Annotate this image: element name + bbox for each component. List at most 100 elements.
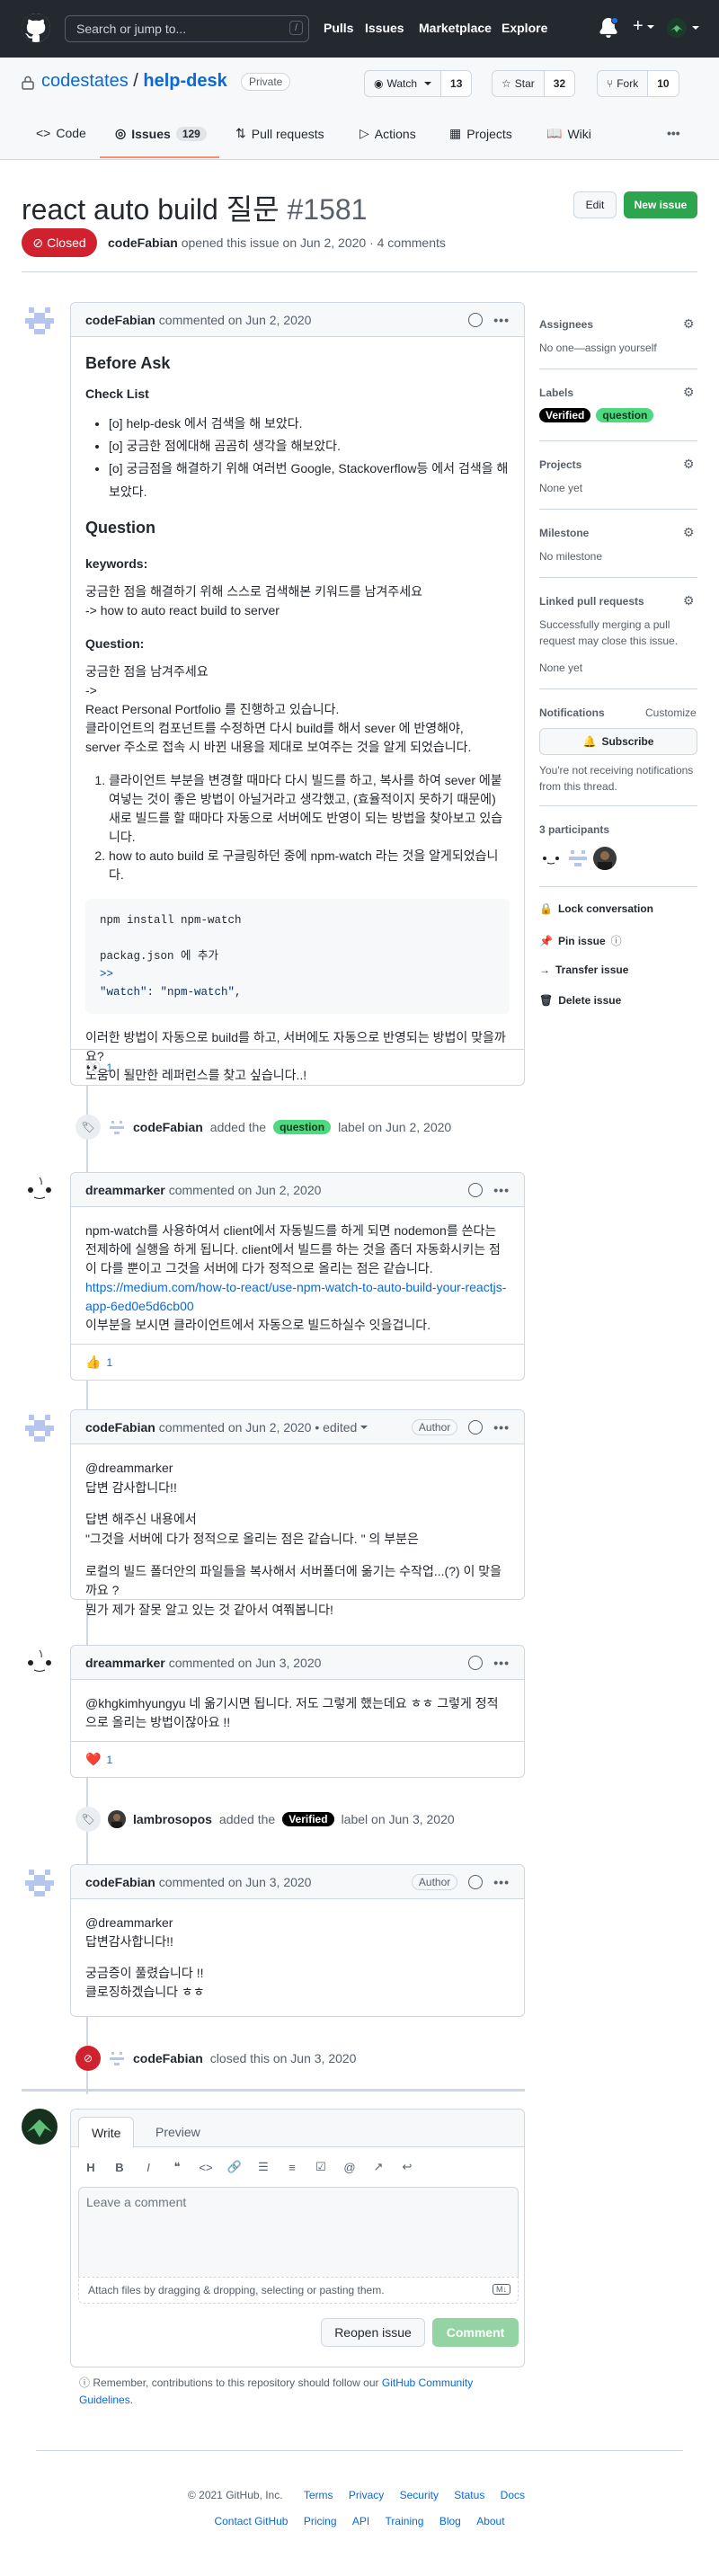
chevron-down-icon[interactable] xyxy=(692,26,699,30)
kebab-menu-icon[interactable]: ••• xyxy=(493,1656,510,1670)
participant-avatar[interactable] xyxy=(539,847,563,870)
new-issue-button[interactable]: New issue xyxy=(624,191,697,218)
attach-files-area[interactable]: Attach files by dragging & dropping, sel… xyxy=(78,2277,519,2304)
markdown-icon[interactable]: M↓ xyxy=(493,2284,510,2295)
footer-link-terms[interactable]: Terms xyxy=(304,2489,333,2501)
pin-issue-button[interactable]: 📌 Pin issue ⓘ xyxy=(539,933,622,948)
chevron-down-icon[interactable] xyxy=(360,1425,368,1429)
repo-name-link[interactable]: help-desk xyxy=(143,71,226,91)
tab-actions[interactable]: ▷ Actions xyxy=(360,126,416,141)
smiley-icon[interactable] xyxy=(468,1182,484,1197)
code-icon[interactable]: <> xyxy=(193,2161,218,2174)
kebab-menu-icon[interactable]: ••• xyxy=(493,1875,510,1889)
user-avatar[interactable] xyxy=(667,18,687,38)
footer-link-about[interactable]: About xyxy=(476,2515,504,2527)
star-count[interactable]: 32 xyxy=(543,71,575,96)
footer-link-pricing[interactable]: Pricing xyxy=(304,2515,337,2527)
gear-icon[interactable]: ⚙ xyxy=(683,525,696,539)
footer-link-contact[interactable]: Contact GitHub xyxy=(214,2515,288,2527)
nav-pulls[interactable]: Pulls xyxy=(324,21,353,35)
gear-icon[interactable]: ⚙ xyxy=(683,316,696,331)
reaction-count[interactable]: 1 xyxy=(106,1061,112,1074)
event-actor-link[interactable]: codeFabian xyxy=(133,2051,203,2065)
nav-marketplace[interactable]: Marketplace xyxy=(419,21,492,35)
label-verified[interactable]: Verified xyxy=(282,1812,334,1826)
avatar[interactable] xyxy=(22,1864,58,1900)
customize-notifications-link[interactable]: Customize xyxy=(645,706,697,719)
tab-code[interactable]: <> Code xyxy=(36,126,86,140)
ordered-list-icon[interactable]: ≡ xyxy=(280,2161,305,2174)
footer-link-status[interactable]: Status xyxy=(454,2489,484,2501)
lock-conversation-button[interactable]: 🔒 Lock conversation xyxy=(539,902,653,915)
delete-issue-button[interactable]: 🗑 Delete issue xyxy=(539,994,621,1007)
smiley-icon[interactable] xyxy=(468,1874,484,1889)
tab-projects[interactable]: ▦ Projects xyxy=(449,126,512,141)
footer-link-security[interactable]: Security xyxy=(400,2489,439,2501)
footer-link-blog[interactable]: Blog xyxy=(439,2515,461,2527)
search-input[interactable]: Search or jump to... / xyxy=(65,15,309,42)
nav-explore[interactable]: Explore xyxy=(502,21,547,35)
comment-author-link[interactable]: dreammarker xyxy=(85,1656,165,1670)
assignees-title[interactable]: Assignees xyxy=(539,318,593,331)
comment-author-link[interactable]: codeFabian xyxy=(85,313,155,327)
tab-preview[interactable]: Preview xyxy=(143,2117,213,2147)
more-tabs-button[interactable]: ••• xyxy=(667,126,680,140)
italic-icon[interactable]: I xyxy=(136,2161,161,2174)
heart-reaction-icon[interactable]: ❤️ xyxy=(85,1752,101,1767)
watch-count[interactable]: 13 xyxy=(440,71,472,96)
issue-author-link[interactable]: codeFabian xyxy=(108,235,178,250)
kebab-menu-icon[interactable]: ••• xyxy=(493,1420,510,1435)
transfer-issue-button[interactable]: → Transfer issue xyxy=(539,964,628,976)
comment-button[interactable]: Comment xyxy=(432,2318,519,2347)
gear-icon[interactable]: ⚙ xyxy=(683,593,696,608)
edit-title-button[interactable]: Edit xyxy=(573,191,617,218)
footer-link-api[interactable]: API xyxy=(352,2515,369,2527)
repo-owner-link[interactable]: codestates xyxy=(41,71,129,91)
comment-timestamp[interactable]: commented on Jun 2, 2020 • edited xyxy=(159,1420,358,1435)
reaction-count[interactable]: 1 xyxy=(106,1356,112,1369)
avatar[interactable] xyxy=(22,302,58,338)
tab-pull-requests[interactable]: ⇅ Pull requests xyxy=(235,126,324,141)
fork-button[interactable]: ⑂ Fork 10 xyxy=(597,70,679,97)
footer-link-privacy[interactable]: Privacy xyxy=(349,2489,384,2501)
comment-author-link[interactable]: codeFabian xyxy=(85,1875,155,1889)
reopen-issue-button[interactable]: Reopen issue xyxy=(321,2318,425,2347)
watch-button[interactable]: ◉ Watch 13 xyxy=(364,70,473,97)
participant-avatar[interactable] xyxy=(566,847,590,870)
comment-author-link[interactable]: codeFabian xyxy=(85,1420,155,1435)
fork-count[interactable]: 10 xyxy=(647,71,679,96)
star-button[interactable]: ☆ Star 32 xyxy=(492,70,576,97)
event-actor-link[interactable]: codeFabian xyxy=(133,1120,203,1134)
bold-icon[interactable]: B xyxy=(107,2161,132,2174)
unordered-list-icon[interactable]: ☰ xyxy=(251,2160,276,2174)
quote-icon[interactable]: ❝ xyxy=(164,2160,190,2174)
kebab-menu-icon[interactable]: ••• xyxy=(493,1183,510,1197)
label-question[interactable]: question xyxy=(273,1120,332,1134)
reaction-count[interactable]: 1 xyxy=(106,1754,112,1766)
github-logo-icon[interactable] xyxy=(22,13,50,42)
comment-textarea[interactable]: Leave a comment xyxy=(78,2187,519,2277)
reply-icon[interactable]: ↩ xyxy=(395,2160,420,2174)
avatar[interactable] xyxy=(22,1409,58,1445)
participant-avatar[interactable] xyxy=(593,847,617,870)
projects-title[interactable]: Projects xyxy=(539,458,581,471)
comment-link[interactable]: https://medium.com/how-to-react/use-npm-… xyxy=(85,1280,506,1313)
create-new-menu[interactable]: + xyxy=(633,16,654,37)
gear-icon[interactable]: ⚙ xyxy=(683,457,696,471)
thumbs-up-reaction-icon[interactable]: 👍 xyxy=(85,1355,101,1370)
mention-icon[interactable]: @ xyxy=(337,2161,362,2174)
kebab-menu-icon[interactable]: ••• xyxy=(493,313,510,327)
footer-link-training[interactable]: Training xyxy=(386,2515,424,2527)
avatar[interactable] xyxy=(22,1645,58,1681)
comment-author-link[interactable]: dreammarker xyxy=(85,1183,165,1197)
gear-icon[interactable]: ⚙ xyxy=(683,385,696,399)
assignees-value[interactable]: No one—assign yourself xyxy=(539,340,657,356)
label-verified[interactable]: Verified xyxy=(539,408,591,422)
footer-link-docs[interactable]: Docs xyxy=(501,2489,525,2501)
labels-title[interactable]: Labels xyxy=(539,386,573,399)
avatar[interactable] xyxy=(22,2109,58,2145)
subscribe-button[interactable]: 🔔 Subscribe xyxy=(539,728,697,755)
smiley-icon[interactable] xyxy=(468,1419,484,1435)
avatar[interactable] xyxy=(108,1810,126,1828)
linked-prs-title[interactable]: Linked pull requests xyxy=(539,595,644,608)
